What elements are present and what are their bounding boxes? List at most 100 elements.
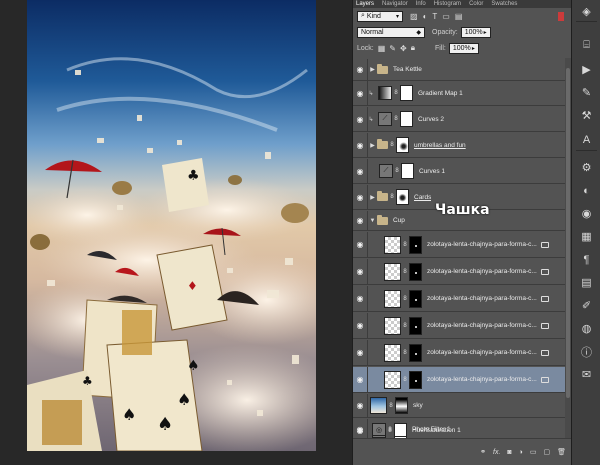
filter-type-icon[interactable]: T [432, 12, 437, 21]
layer-mask-thumbnail[interactable] [409, 370, 422, 389]
add-mask-icon[interactable]: ◙ [507, 449, 511, 456]
info-icon[interactable]: ⓘ [577, 344, 596, 359]
layer-row[interactable]: ◉ ▶ Tea Kettle [353, 59, 566, 81]
tool-presets-icon[interactable]: ⚒ [577, 108, 596, 123]
eye-icon[interactable]: ◉ [353, 167, 367, 176]
layer-row[interactable]: ◉ 8 sky [353, 394, 566, 418]
clone-source-icon[interactable]: ⚙ [577, 160, 596, 175]
notes-icon[interactable]: ✉ [577, 367, 596, 382]
lock-position-icon[interactable]: ✥ [400, 44, 407, 53]
eye-icon[interactable]: ◉ [353, 348, 367, 357]
layer-mask-thumbnail[interactable] [409, 262, 422, 281]
layer-row[interactable]: ◉ ⟋ 8 Curves 1 [353, 159, 566, 184]
layer-thumbnail[interactable] [370, 397, 387, 414]
actions-icon[interactable]: ▶ [577, 62, 596, 77]
adjustment-layer-icon[interactable]: ◑ [519, 449, 523, 456]
trash-icon[interactable]: 🗑︎ [557, 448, 566, 456]
layer-row[interactable]: ◉ 8 zolotaya-lenta-chajnya-para-forma-c.… [353, 286, 566, 312]
layer-mask-thumbnail[interactable] [409, 316, 422, 335]
eye-icon[interactable]: ◉ [353, 216, 367, 225]
eye-icon[interactable]: ◉ [353, 267, 367, 276]
layer-mask-thumbnail[interactable] [409, 289, 422, 308]
eye-icon[interactable]: ◉ [353, 294, 367, 303]
lock-transparent-icon[interactable]: ▦ [378, 44, 386, 53]
paragraph-icon[interactable]: ¶ [577, 252, 596, 267]
artwork-canvas[interactable]: ♣ ♠ ♠ ♠ ♠ ♣ ♦ [27, 0, 316, 451]
lock-pixels-icon[interactable]: ✎ [389, 44, 396, 53]
tab-color[interactable]: Color [469, 0, 483, 8]
layer-mask-thumbnail[interactable] [400, 111, 413, 127]
tab-layers[interactable]: Layers [356, 0, 374, 8]
swatches-icon[interactable]: ▤ [577, 275, 596, 290]
brush-presets-icon[interactable]: ✎ [577, 85, 596, 100]
layer-row[interactable]: ◉ ▶ 8 umbrellas and fun [353, 133, 566, 158]
eye-icon[interactable]: ◉ [353, 375, 367, 384]
filter-toggle-icon[interactable] [558, 11, 564, 21]
layer-thumbnail[interactable] [384, 316, 401, 335]
fx-icon[interactable]: fx. [493, 449, 500, 456]
layer-thumbnail[interactable] [384, 343, 401, 362]
layer-row[interactable]: ◉ 8 zolotaya-lenta-chajnya-para-forma-c.… [353, 340, 566, 366]
layer-mask-thumbnail[interactable] [395, 397, 408, 414]
layer-row[interactable]: ◉ 8 zolotaya-lenta-chajnya-para-forma-c.… [353, 259, 566, 285]
expand-triangle-icon[interactable]: ▶ [368, 66, 377, 73]
lock-all-icon[interactable]: 🔒︎ [411, 43, 415, 53]
layer-mask-thumbnail[interactable] [401, 163, 414, 179]
character-icon[interactable]: A [577, 132, 596, 147]
filter-shape-icon[interactable]: ▭ [442, 12, 450, 21]
layer-mask-thumbnail[interactable] [409, 343, 422, 362]
layer-row[interactable]: ◉ 8 zolotaya-lenta-chajnya-para-forma-c.… [353, 232, 566, 258]
filter-pixel-icon[interactable]: ▨ [410, 12, 418, 21]
history-icon[interactable]: ⌸ [577, 38, 596, 53]
expand-triangle-icon[interactable]: ▶ [368, 142, 377, 149]
channels-icon[interactable]: ◍ [577, 321, 596, 336]
adjustments-icon[interactable]: ◐ [577, 183, 596, 198]
filter-smart-icon[interactable]: ▤ [455, 12, 463, 21]
eye-icon[interactable]: ◉ [353, 115, 367, 124]
blend-mode-select[interactable]: Normal ◆ [357, 26, 425, 38]
eye-icon[interactable]: ◉ [353, 193, 367, 202]
canvas-area[interactable]: ♣ ♠ ♠ ♠ ♠ ♣ ♦ [0, 0, 352, 465]
scrollbar-thumb[interactable] [566, 68, 570, 398]
eye-icon[interactable]: ◉ [353, 89, 367, 98]
eye-icon[interactable]: ◉ [353, 425, 367, 434]
paths-icon[interactable]: ✐ [577, 298, 596, 313]
layer-mask-thumbnail[interactable] [396, 189, 409, 205]
eye-icon[interactable]: ◉ [353, 321, 367, 330]
layers-list[interactable]: ◉ ▶ Tea Kettle ◉ ↳ 8 Gradient Map 1 ◉ ↳ … [353, 58, 566, 443]
new-group-icon[interactable]: ▭ [530, 448, 537, 456]
filter-adjustment-icon[interactable]: ◐ [423, 12, 428, 21]
layer-name: zolotaya-lenta-chajnya-para-forma-c... [427, 349, 537, 356]
layer-thumbnail[interactable] [384, 289, 401, 308]
opacity-input[interactable]: 100% ▸ [460, 26, 491, 38]
layer-row-selected[interactable]: ◉ 8 zolotaya-lenta-chajnya-para-forma-c.… [353, 367, 566, 393]
tab-histogram[interactable]: Histogram [434, 0, 461, 8]
layers-dock-icon[interactable]: ◈ [577, 4, 596, 19]
new-layer-icon[interactable]: ▢ [543, 448, 550, 456]
expand-triangle-icon[interactable]: ▶ [368, 194, 377, 201]
link-layers-icon[interactable]: ⚭ [480, 448, 486, 456]
collapse-triangle-icon[interactable]: ▼ [368, 218, 377, 224]
layer-mask-thumbnail[interactable] [400, 85, 413, 101]
layer-thumbnail[interactable] [384, 370, 401, 389]
styles-icon[interactable]: ▦ [577, 229, 596, 244]
layer-row[interactable]: ◉ ↳ 8 Gradient Map 1 [353, 81, 566, 106]
eye-icon[interactable]: ◉ [353, 65, 367, 74]
layer-mask-thumbnail[interactable] [396, 137, 409, 153]
fill-input[interactable]: 100% ▸ [448, 42, 479, 54]
tab-navigator[interactable]: Navigator [382, 0, 408, 8]
tab-info[interactable]: Info [416, 0, 426, 8]
layer-mask-thumbnail[interactable] [409, 235, 422, 254]
layer-mask-thumbnail[interactable] [394, 422, 407, 437]
eye-icon[interactable]: ◉ [353, 240, 367, 249]
masks-icon[interactable]: ◉ [577, 206, 596, 221]
layer-row[interactable]: ◉ ◎ 8 Photo Filter 1 [353, 421, 566, 438]
tab-swatches[interactable]: Swatches [491, 0, 517, 8]
filter-kind-select[interactable]: ⌕ Kind ▾ [357, 10, 403, 22]
eye-icon[interactable]: ◉ [353, 141, 367, 150]
layer-thumbnail[interactable] [384, 262, 401, 281]
layer-thumbnail[interactable] [384, 235, 401, 254]
layer-row[interactable]: ◉ ↳ ⟋ 8 Curves 2 [353, 107, 566, 132]
eye-icon[interactable]: ◉ [353, 401, 367, 410]
layer-row[interactable]: ◉ 8 zolotaya-lenta-chajnya-para-forma-c.… [353, 313, 566, 339]
